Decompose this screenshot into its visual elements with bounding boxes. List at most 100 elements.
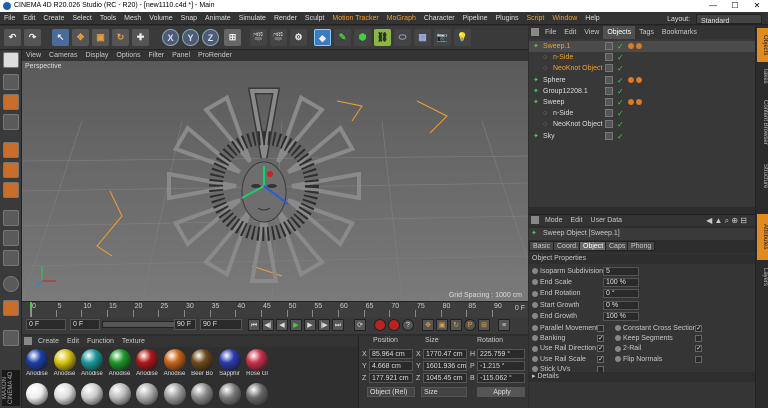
object-row[interactable]: ○ NeoKnot Object ✓ [529, 119, 755, 130]
object-row[interactable]: ✦ Sphere ✓ [529, 75, 755, 86]
viewport-menu-filter[interactable]: Filter [145, 50, 169, 61]
key-scale-icon[interactable]: ▣ [436, 319, 448, 331]
play-icon[interactable]: ▶ [290, 319, 302, 331]
menu-sculpt[interactable]: Sculpt [301, 12, 328, 25]
menu-mesh[interactable]: Mesh [120, 12, 145, 25]
menu-animate[interactable]: Animate [201, 12, 235, 25]
render-picture-viewer-icon[interactable]: 🎬 [270, 29, 287, 46]
attr-tab-phong[interactable]: Phong [627, 241, 656, 251]
object-menu-bookmarks[interactable]: Bookmarks [658, 26, 701, 39]
tab-content-browser[interactable]: Content Browser [757, 90, 768, 154]
minimize-button[interactable]: — [702, 0, 724, 12]
scale-icon[interactable]: ▣ [92, 29, 109, 46]
material-swatch[interactable] [190, 383, 214, 405]
rotation-b-field[interactable]: -115.062 ° [477, 373, 525, 383]
enable-checkmark-icon[interactable]: ✓ [617, 131, 624, 142]
points-mode-icon[interactable] [3, 142, 19, 158]
object-menu-edit[interactable]: Edit [560, 26, 580, 39]
enable-checkmark-icon[interactable]: ✓ [617, 97, 624, 108]
apply-button[interactable]: Apply [477, 387, 525, 397]
material-swatch[interactable] [53, 383, 77, 405]
menu-help[interactable]: Help [581, 12, 603, 25]
material-swatch[interactable]: Rose Gl [245, 349, 269, 377]
menu-mograph[interactable]: MoGraph [383, 12, 420, 25]
rotate-icon[interactable]: ↻ [112, 29, 129, 46]
position-y-field[interactable]: 4.668 cm [369, 361, 413, 371]
animation-radio-icon[interactable] [532, 301, 538, 308]
material-swatch[interactable]: Sapphir [218, 349, 242, 377]
menu-tools[interactable]: Tools [96, 12, 120, 25]
start-frame-field[interactable]: 0 F [26, 319, 66, 330]
visibility-toggle[interactable] [605, 75, 613, 84]
visibility-toggle[interactable] [605, 98, 613, 106]
enable-checkmark-icon[interactable]: ✓ [617, 119, 624, 130]
attribute-field-input[interactable]: 100 % [603, 311, 639, 321]
visibility-toggle[interactable] [605, 120, 613, 129]
size-z-field[interactable]: 1045.45 cm [423, 373, 467, 383]
position-z-field[interactable]: 177.921 cm [369, 373, 413, 383]
timeline-ruler[interactable]: 0 5 10 15 20 25 30 35 40 45 50 55 60 65 70 75 80 85 90 0 F [22, 301, 528, 317]
visibility-toggle[interactable] [605, 64, 613, 73]
material-menu-function[interactable]: Function [83, 336, 118, 347]
menu-motion-tracker[interactable]: Motion Tracker [328, 12, 382, 25]
material-swatch[interactable]: Anodise [135, 349, 159, 377]
texture-mode-icon[interactable] [3, 94, 19, 110]
make-editable-icon[interactable] [3, 52, 19, 68]
tab-objects[interactable]: Objects [757, 28, 768, 62]
attribute-checkbox[interactable] [695, 335, 702, 343]
attr-menu-user-data[interactable]: User Data [587, 215, 627, 227]
edges-mode-icon[interactable] [3, 162, 19, 178]
next-key-icon[interactable]: |▶ [318, 319, 330, 331]
viewport-menu-panel[interactable]: Panel [168, 50, 194, 61]
menu-pipeline[interactable]: Pipeline [459, 12, 492, 25]
key-pla-icon[interactable]: ⊞ [478, 319, 490, 331]
size-y-field[interactable]: 1601.936 cm [423, 361, 467, 371]
animation-radio-icon[interactable] [615, 345, 621, 352]
go-to-start-icon[interactable]: ⏮ [248, 319, 260, 331]
attribute-checkbox[interactable]: ✓ [695, 325, 702, 332]
material-swatch[interactable] [80, 383, 104, 405]
animation-radio-icon[interactable] [532, 335, 538, 342]
timeline-menu-icon[interactable]: ≡ [498, 319, 510, 331]
material-swatch[interactable]: Beer Bo [190, 349, 214, 377]
material-swatch[interactable] [163, 383, 187, 405]
cloner-icon[interactable]: ⛓ [374, 29, 391, 46]
material-swatch[interactable] [25, 383, 49, 405]
attr-menu-edit[interactable]: Edit [566, 215, 586, 227]
animation-radio-icon[interactable] [615, 355, 621, 362]
attr-tab-caps[interactable]: Caps [605, 241, 630, 251]
axis-mode-icon[interactable] [3, 210, 19, 226]
material-swatch[interactable]: Anodise [25, 349, 49, 377]
visibility-toggle[interactable] [605, 109, 613, 118]
menu-edit[interactable]: Edit [19, 12, 39, 25]
workplane-icon[interactable] [3, 114, 19, 130]
enable-checkmark-icon[interactable]: ✓ [617, 41, 624, 52]
key-parameter-icon[interactable]: P [464, 319, 476, 331]
rotation-p-field[interactable]: -1.215 ° [477, 361, 525, 371]
model-mode-icon[interactable] [3, 74, 19, 90]
animation-radio-icon[interactable] [532, 345, 538, 352]
material-tag-icon[interactable] [628, 43, 634, 49]
visibility-toggle[interactable] [605, 86, 613, 95]
object-row[interactable]: ✦ Sweep ✓ [529, 97, 755, 108]
enable-checkmark-icon[interactable]: ✓ [617, 75, 624, 86]
prev-key-icon[interactable]: ◀| [262, 319, 274, 331]
material-swatch[interactable] [108, 383, 132, 405]
material-swatch[interactable] [218, 383, 242, 405]
object-menu-objects[interactable]: Objects [603, 26, 636, 39]
viewport-menu-view[interactable]: View [22, 50, 45, 61]
menu-plugins[interactable]: Plugins [492, 12, 523, 25]
attr-menu-mode[interactable]: Mode [541, 215, 567, 227]
prev-frame-icon[interactable]: ◀ [276, 319, 288, 331]
animation-radio-icon[interactable] [532, 355, 538, 362]
object-row[interactable]: ○ NeoKnot Object ✓ [529, 63, 755, 74]
coordinate-system-icon[interactable]: ⊞ [224, 29, 241, 46]
coordinate-mode-select[interactable]: Object (Rel) [367, 387, 415, 397]
material-swatch[interactable] [135, 383, 159, 405]
animation-radio-icon[interactable] [532, 268, 538, 275]
key-rotation-icon[interactable]: ↻ [450, 319, 462, 331]
max-frame-field[interactable]: 90 F [174, 319, 196, 330]
material-swatch[interactable]: Anodise [163, 349, 187, 377]
attr-tab-basic[interactable]: Basic [529, 241, 555, 251]
menu-simulate[interactable]: Simulate [235, 12, 270, 25]
